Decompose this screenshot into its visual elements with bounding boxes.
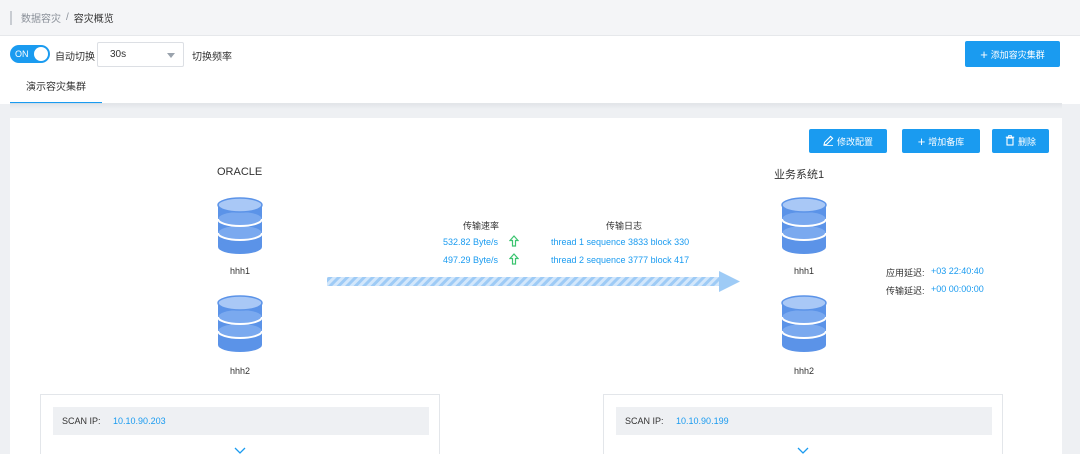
chevron-down-icon [167,53,175,58]
transfer-log-entry: thread 2 sequence 3777 block 417 [551,255,690,265]
scan-ip-value: 10.10.90.199 [676,416,729,426]
breadcrumb-separator: / [66,12,69,23]
toolbar-shadow [10,103,1062,109]
target-node-label: hhh2 [793,366,815,376]
target-site-title: 业务系统1 [774,169,825,181]
database-icon [217,295,263,352]
toggle-label: ON [15,49,29,59]
source-scan-ip-row: SCAN IP: 10.10.90.203 [53,407,429,435]
toolbar: ON 自动切换 30s 切换频率 + 添加容灾集群 演示容灾集群 [0,36,1080,104]
transfer-rate-header: 传输速率 [463,221,500,231]
chevron-down-icon[interactable] [234,447,246,454]
breadcrumb-parent-link[interactable]: 数据容灾 [21,10,61,25]
source-node-label: hhh1 [229,266,251,276]
apply-delay-label: 应用延迟: [886,268,925,278]
add-cluster-button[interactable]: + 添加容灾集群 [965,41,1060,67]
pencil-icon [823,135,834,148]
transfer-delay-label: 传输延迟: [886,286,925,296]
target-scan-ip-row: SCAN IP: 10.10.90.199 [616,407,992,435]
apply-delay-value: +03 22:40:40 [931,266,984,276]
transfer-log-header: 传输日志 [606,221,643,231]
scan-ip-label: SCAN IP: [625,416,664,426]
source-node-label: hhh2 [229,366,251,376]
replication-arrow [327,271,740,292]
breadcrumb: 数据容灾 / 容灾概览 [0,0,1080,36]
auto-switch-label: 自动切换 [55,52,95,63]
arrow-up-icon [509,235,519,247]
target-node-label: hhh1 [793,266,815,276]
transfer-rate-value: 532.82 Byte/s [443,237,499,247]
database-icon [781,197,827,254]
switch-interval-select[interactable]: 30s [97,42,184,67]
database-icon [217,197,263,254]
source-site-title: ORACLE [217,166,263,178]
trash-icon [1005,134,1015,148]
transfer-rate-value: 497.29 Byte/s [443,255,499,265]
switch-interval-label: 切换频率 [192,52,232,63]
breadcrumb-current: 容灾概览 [73,14,114,25]
arrow-up-icon [509,253,519,265]
add-cluster-label: 添加容灾集群 [990,49,1045,60]
plus-icon: + [980,46,988,62]
target-info-box: SCAN IP: 10.10.90.199 [603,394,1003,454]
tab-demo-cluster[interactable]: 演示容灾集群 [10,76,102,104]
transfer-delay-value: +00 00:00:00 [931,284,984,294]
delete-button[interactable]: 删除 [992,129,1049,153]
cluster-panel: 修改配置 + 增加备库 删除 ORACLE hhh1 hhh2 传输速率 532… [10,118,1062,454]
plus-icon: + [917,133,926,149]
chevron-down-icon[interactable] [797,447,809,454]
edit-config-button[interactable]: 修改配置 [809,129,887,153]
scan-ip-label: SCAN IP: [62,416,101,426]
edit-config-label: 修改配置 [836,136,873,147]
database-icon [781,295,827,352]
switch-interval-value: 30s [110,49,127,60]
source-info-box: SCAN IP: 10.10.90.203 [40,394,440,454]
add-standby-button[interactable]: + 增加备库 [902,129,980,153]
auto-switch-toggle[interactable]: ON [10,45,50,63]
delete-label: 删除 [1017,136,1036,147]
toggle-knob [34,47,48,61]
breadcrumb-divider [10,10,12,25]
transfer-log-entry: thread 1 sequence 3833 block 330 [551,237,690,247]
tab-label: 演示容灾集群 [26,82,86,93]
scan-ip-value: 10.10.90.203 [113,416,166,426]
add-standby-label: 增加备库 [928,136,965,147]
